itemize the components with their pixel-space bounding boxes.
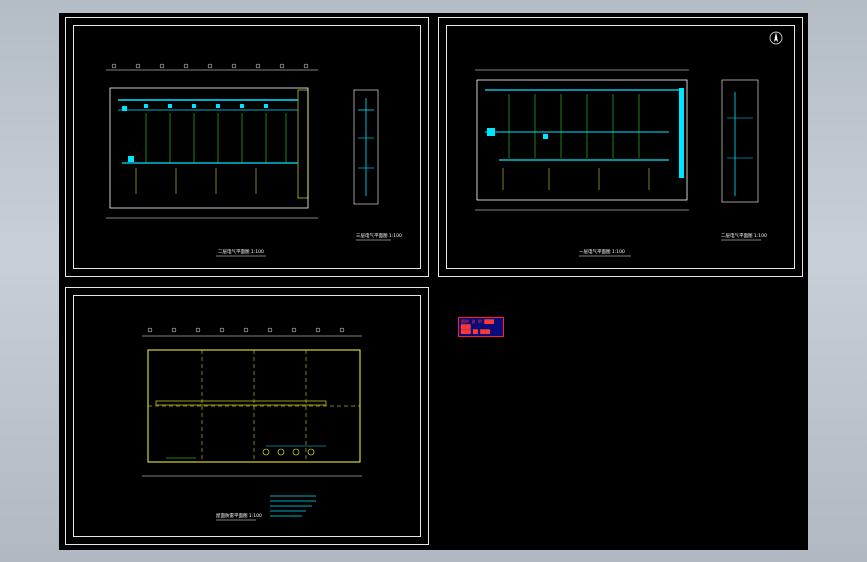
drawing-sheet-top-left[interactable]: 二层电气平面图 1:100 三层电气平面图 1:100 — [65, 17, 429, 277]
sheet-title-side: 二层电气平面图 1:100 — [721, 232, 767, 239]
sheet-title-main: 屋面防雷平面图 1:100 — [216, 512, 262, 519]
sheet-title-side: 三层电气平面图 1:100 — [356, 232, 402, 239]
sheet-title-main: 二层电气平面图 1:100 — [218, 248, 264, 255]
floor-plan-first-floor: 一层电气平面图 1:100 二层电气平面图 1:100 — [475, 31, 783, 257]
legend-stamp[interactable]: 图例 说 明 ████ ████ ████ ██ ████ — [458, 317, 504, 337]
drawing-sheet-bottom[interactable]: 屋面防雷平面图 1:100 — [65, 287, 429, 545]
north-arrow-icon — [769, 31, 783, 45]
roof-lightning-plan: 屋面防雷平面图 1:100 — [142, 327, 362, 521]
floor-plan-second-floor: 二层电气平面图 1:100 三层电气平面图 1:100 — [106, 63, 402, 257]
drawing-sheet-top-right[interactable]: 一层电气平面图 1:100 二层电气平面图 1:100 — [438, 17, 803, 277]
legend-line: ████ ██ ████ — [461, 329, 490, 334]
cad-model-viewport[interactable]: 二层电气平面图 1:100 三层电气平面图 1:100 一层电气平面图 1:10… — [59, 13, 808, 550]
sheet-title-main: 一层电气平面图 1:100 — [579, 248, 625, 255]
